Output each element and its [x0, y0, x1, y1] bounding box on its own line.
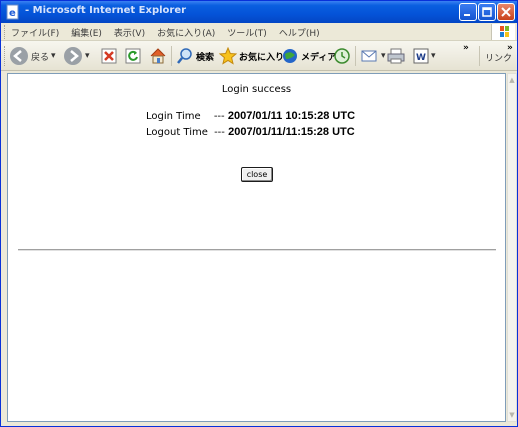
vertical-scrollbar[interactable]: ▲ ▼ — [507, 73, 517, 422]
toolbar-separator — [479, 46, 480, 66]
favorites-label: お気に入り — [239, 52, 285, 63]
media-button[interactable]: メディア — [281, 45, 336, 67]
close-button[interactable]: close — [241, 167, 273, 182]
refresh-icon — [125, 48, 141, 64]
home-button[interactable] — [149, 45, 167, 67]
menu-view[interactable]: 表示(V) — [114, 26, 145, 39]
windows-flag-icon — [500, 26, 509, 37]
history-icon — [334, 48, 350, 64]
login-time-row: Login Time --- 2007/01/11 10:15:28 UTC — [146, 110, 355, 122]
login-time-separator: --- — [213, 111, 225, 122]
media-label: メディア — [301, 52, 337, 63]
media-icon — [283, 49, 297, 63]
login-time-label: Login Time — [146, 111, 201, 122]
forward-button[interactable]: ▾ — [63, 45, 90, 67]
history-button[interactable] — [333, 45, 351, 67]
maximize-button[interactable] — [478, 3, 496, 21]
logout-time-value: 2007/01/11/11:15:28 UTC — [228, 126, 355, 138]
menu-bar: ファイル(F) 編集(E) 表示(V) お気に入り(A) ツール(T) ヘルプ(… — [1, 23, 517, 41]
print-button[interactable] — [387, 45, 405, 67]
links-overflow-chevron-icon[interactable]: » — [507, 43, 513, 53]
back-icon — [10, 47, 28, 65]
windows-logo — [491, 24, 515, 40]
mail-icon — [361, 50, 377, 62]
minimize-button[interactable] — [459, 3, 477, 21]
minimize-icon — [464, 14, 470, 16]
ie-page-icon: e — [6, 4, 19, 20]
menu-favorites[interactable]: お気に入り(A) — [157, 26, 215, 39]
word-icon: W — [413, 48, 429, 64]
mail-dropdown-icon[interactable]: ▾ — [381, 51, 386, 61]
svg-text:e: e — [9, 8, 16, 19]
stop-icon — [101, 48, 117, 64]
edit-in-word-button[interactable]: W ▾ — [413, 45, 436, 67]
search-icon — [177, 48, 192, 64]
menu-help[interactable]: ヘルプ(H) — [279, 26, 320, 39]
standard-toolbar: 戻る ▾ ▾ 検索 お気に入り メディア ▾ W ▾ » リンク » — [1, 41, 517, 71]
close-icon — [501, 7, 511, 17]
window-title: - Microsoft Internet Explorer — [25, 5, 187, 16]
back-dropdown-icon[interactable]: ▾ — [51, 51, 56, 61]
search-button[interactable]: 検索 — [176, 45, 214, 67]
toolbar-separator — [355, 46, 356, 66]
menu-grip[interactable] — [4, 25, 6, 39]
horizontal-rule — [18, 249, 496, 251]
toolbar-separator — [171, 46, 172, 66]
page-heading: Login success — [221, 84, 292, 95]
favorites-icon — [219, 47, 237, 65]
title-bar[interactable]: e - Microsoft Internet Explorer — [1, 1, 517, 23]
maximize-icon — [482, 7, 492, 17]
logout-time-label: Logout Time — [146, 127, 208, 138]
page-content: Login success Login Time --- 2007/01/11 … — [7, 73, 506, 422]
back-button[interactable]: 戻る ▾ — [9, 45, 56, 67]
menu-file[interactable]: ファイル(F) — [11, 26, 59, 39]
scroll-down-arrow-icon[interactable]: ▼ — [508, 410, 516, 420]
scroll-up-arrow-icon[interactable]: ▲ — [508, 75, 516, 85]
favorites-button[interactable]: お気に入り — [219, 45, 284, 67]
menu-tools[interactable]: ツール(T) — [227, 26, 267, 39]
toolbar-overflow-chevron-icon[interactable]: » — [463, 43, 469, 53]
home-icon — [150, 48, 166, 64]
forward-icon — [64, 47, 82, 65]
word-dropdown-icon[interactable]: ▾ — [431, 51, 436, 61]
search-label: 検索 — [196, 52, 215, 63]
refresh-button[interactable] — [125, 45, 141, 67]
close-window-button[interactable] — [497, 3, 515, 21]
mail-button[interactable]: ▾ — [361, 45, 386, 67]
menu-edit[interactable]: 編集(E) — [71, 26, 102, 39]
browser-window: e - Microsoft Internet Explorer ファイル(F) … — [0, 0, 518, 427]
forward-dropdown-icon[interactable]: ▾ — [85, 51, 90, 61]
back-label: 戻る — [31, 52, 50, 63]
print-icon — [387, 48, 405, 64]
stop-button[interactable] — [101, 45, 117, 67]
toolbar-grip[interactable] — [4, 46, 6, 66]
login-time-value: 2007/01/11 10:15:28 UTC — [227, 110, 356, 122]
logout-time-row: Logout Time --- 2007/01/11/11:15:28 UTC — [146, 126, 355, 138]
svg-text:W: W — [416, 53, 426, 63]
logout-time-separator: --- — [214, 127, 225, 138]
